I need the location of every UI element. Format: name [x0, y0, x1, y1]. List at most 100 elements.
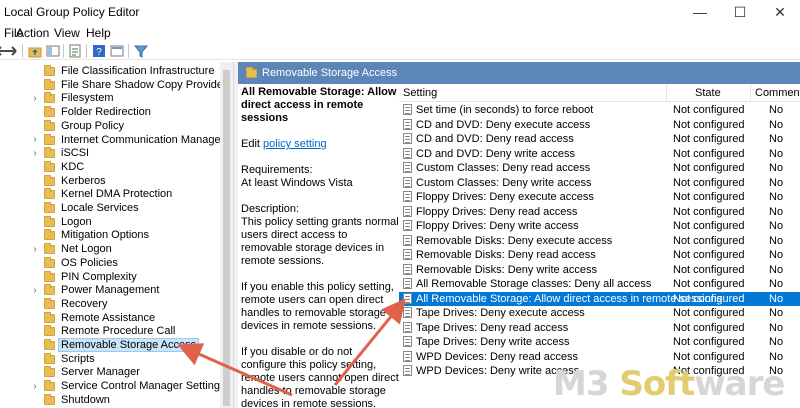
- tree-item[interactable]: Shutdown: [0, 393, 220, 407]
- enabled-text: If you enable this policy setting, remot…: [241, 281, 394, 332]
- table-row[interactable]: Tape Drives: Deny read access Not configu…: [399, 321, 800, 335]
- help-icon[interactable]: ?: [91, 43, 107, 59]
- table-row[interactable]: Removable Disks: Deny execute access Not …: [399, 234, 800, 248]
- table-row[interactable]: Removable Disks: Deny read access Not con…: [399, 248, 800, 262]
- tree-item[interactable]: OS Policies: [0, 256, 220, 270]
- tree-item[interactable]: Removable Storage Access: [0, 338, 220, 352]
- tree-item[interactable]: Scripts: [0, 352, 220, 366]
- chevron-right-icon[interactable]: ›: [31, 379, 39, 393]
- chevron-right-icon[interactable]: ›: [31, 283, 39, 297]
- table-row[interactable]: Floppy Drives: Deny execute access Not co…: [399, 190, 800, 204]
- tree-item[interactable]: › Net Logon: [0, 242, 220, 256]
- menu-view[interactable]: View: [54, 26, 80, 40]
- tree-item[interactable]: › Internet Communication Management: [0, 133, 233, 147]
- tree-item[interactable]: › Service Control Manager Settings: [0, 379, 225, 393]
- folder-icon: [44, 78, 55, 90]
- table-row[interactable]: Custom Classes: Deny read access Not conf…: [399, 161, 800, 175]
- table-row[interactable]: CD and DVD: Deny execute access Not confi…: [399, 118, 800, 132]
- policy-setting-icon: [403, 263, 412, 275]
- pane-header: Removable Storage Access: [238, 62, 800, 84]
- cell-state: Not configured: [673, 234, 745, 247]
- menu-bar: File Action View Help: [0, 24, 800, 42]
- export-icon[interactable]: [67, 43, 83, 59]
- cell-comment: No: [769, 249, 784, 261]
- properties-icon[interactable]: [109, 43, 125, 59]
- description-panel: All Removable Storage: Allow direct acce…: [241, 86, 399, 408]
- tree-item[interactable]: › Power Management: [0, 283, 220, 297]
- tree-item[interactable]: Group Policy: [0, 119, 220, 133]
- table-row[interactable]: Floppy Drives: Deny write access Not conf…: [399, 219, 800, 233]
- column-setting[interactable]: Setting: [403, 87, 437, 99]
- tree-item[interactable]: KDC: [0, 160, 220, 174]
- table-row[interactable]: Tape Drives: Deny write access Not config…: [399, 335, 800, 349]
- tree-item[interactable]: Locale Services: [0, 201, 220, 215]
- tree-item[interactable]: Kernel DMA Protection: [0, 187, 220, 201]
- chevron-right-icon[interactable]: ›: [31, 146, 39, 160]
- tree-item-label: Filesystem: [61, 92, 114, 105]
- table-row[interactable]: Tape Drives: Deny execute access Not conf…: [399, 306, 800, 320]
- table-row[interactable]: Removable Disks: Deny write access Not co…: [399, 263, 800, 277]
- table-row[interactable]: Set time (in seconds) to force reboot Not…: [399, 103, 800, 117]
- tree-item[interactable]: › iSCSI: [0, 146, 220, 160]
- tree-item[interactable]: Remote Procedure Call: [0, 324, 220, 338]
- table-row[interactable]: Floppy Drives: Deny read access Not confi…: [399, 205, 800, 219]
- cell-comment: No: [769, 350, 784, 363]
- table-row[interactable]: CD and DVD: Deny write access Not configu…: [399, 147, 800, 161]
- policy-setting-icon: [403, 104, 412, 115]
- folder-icon: [44, 284, 55, 296]
- tree-item[interactable]: Remote Assistance: [0, 311, 220, 325]
- folder-up-icon[interactable]: [27, 43, 43, 59]
- show-hide-tree-icon[interactable]: [45, 43, 61, 59]
- close-button[interactable]: ✕: [760, 0, 800, 24]
- tree-scrollbar-thumb[interactable]: [223, 70, 230, 406]
- tree-item[interactable]: File Classification Infrastructure: [0, 64, 220, 78]
- table-row[interactable]: CD and DVD: Deny read access Not configur…: [399, 132, 800, 146]
- tree-item-label: File Share Shadow Copy Provider: [61, 78, 227, 91]
- cell-comment: No: [769, 220, 784, 232]
- tree-item-label: Folder Redirection: [61, 106, 151, 119]
- chevron-right-icon[interactable]: ›: [31, 91, 39, 105]
- filter-icon[interactable]: [133, 43, 149, 59]
- description: Description: This policy setting grants n…: [241, 203, 399, 268]
- maximize-button[interactable]: ☐: [720, 0, 760, 24]
- table-row[interactable]: All Removable Storage: Allow direct acce…: [399, 291, 800, 306]
- menu-action[interactable]: Action: [16, 26, 49, 40]
- cell-setting: All Removable Storage classes: Deny all …: [416, 278, 652, 290]
- cell-comment: No: [769, 307, 784, 319]
- menu-help[interactable]: Help: [86, 26, 111, 40]
- cell-comment: No: [769, 191, 784, 203]
- tree-item[interactable]: File Share Shadow Copy Provider: [0, 78, 227, 92]
- policy-setting-icon: [403, 220, 412, 231]
- tree-item[interactable]: Kerberos: [0, 174, 220, 188]
- tree-item[interactable]: › Filesystem: [0, 91, 220, 105]
- tree-scrollbar[interactable]: [220, 62, 233, 408]
- tree-item[interactable]: Folder Redirection: [0, 105, 220, 119]
- table-row[interactable]: WPD Devices: Deny read access Not configu…: [399, 350, 800, 364]
- edit-policy-link[interactable]: policy setting: [263, 138, 327, 150]
- chevron-right-icon[interactable]: ›: [31, 242, 39, 256]
- cell-state: Not configured: [673, 321, 745, 334]
- tree-item[interactable]: Recovery: [0, 297, 220, 311]
- tree-item-label: OS Policies: [61, 256, 118, 269]
- policy-setting-icon: [403, 191, 412, 202]
- chevron-right-icon[interactable]: ›: [31, 133, 39, 147]
- description-text: This policy setting grants normal users …: [241, 216, 399, 267]
- folder-icon: [44, 352, 55, 364]
- tree-item-label: Kernel DMA Protection: [61, 188, 173, 201]
- table-row[interactable]: Custom Classes: Deny write access Not con…: [399, 176, 800, 190]
- forward-icon[interactable]: [4, 43, 20, 59]
- tree-item[interactable]: Server Manager: [0, 365, 220, 379]
- cell-setting: Tape Drives: Deny execute access: [416, 307, 585, 319]
- tree-item[interactable]: Logon: [0, 215, 220, 229]
- tree-item[interactable]: Mitigation Options: [0, 228, 220, 242]
- pane-divider[interactable]: [233, 62, 238, 408]
- table-row[interactable]: All Removable Storage classes: Deny all …: [399, 277, 800, 291]
- tree-item[interactable]: PIN Complexity: [0, 270, 220, 284]
- column-comment[interactable]: Comment: [755, 87, 800, 99]
- cell-comment: No: [769, 133, 784, 145]
- cell-setting: Removable Disks: Deny execute access: [416, 234, 613, 247]
- column-state[interactable]: State: [695, 87, 721, 99]
- cell-state: Not configured: [673, 147, 745, 160]
- minimize-button[interactable]: —: [680, 0, 720, 24]
- cell-state: Not configured: [673, 205, 745, 218]
